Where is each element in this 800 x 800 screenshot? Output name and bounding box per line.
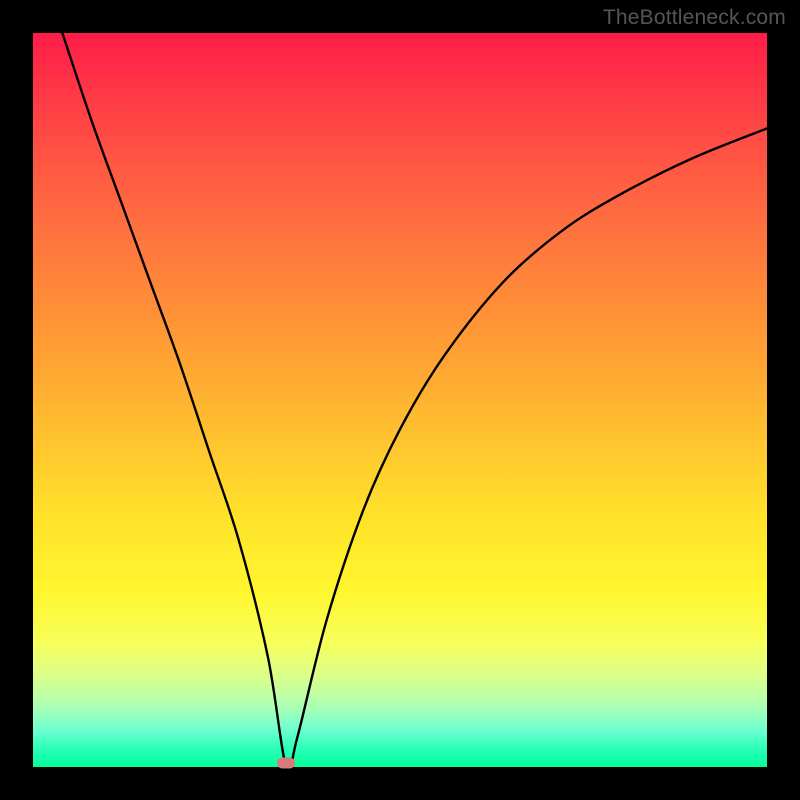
optimal-point-marker [277, 758, 295, 769]
chart-container: TheBottleneck.com [0, 0, 800, 800]
bottleneck-curve [62, 33, 767, 767]
plot-area [33, 33, 767, 767]
watermark-text: TheBottleneck.com [603, 6, 786, 30]
curve-svg [33, 33, 767, 767]
